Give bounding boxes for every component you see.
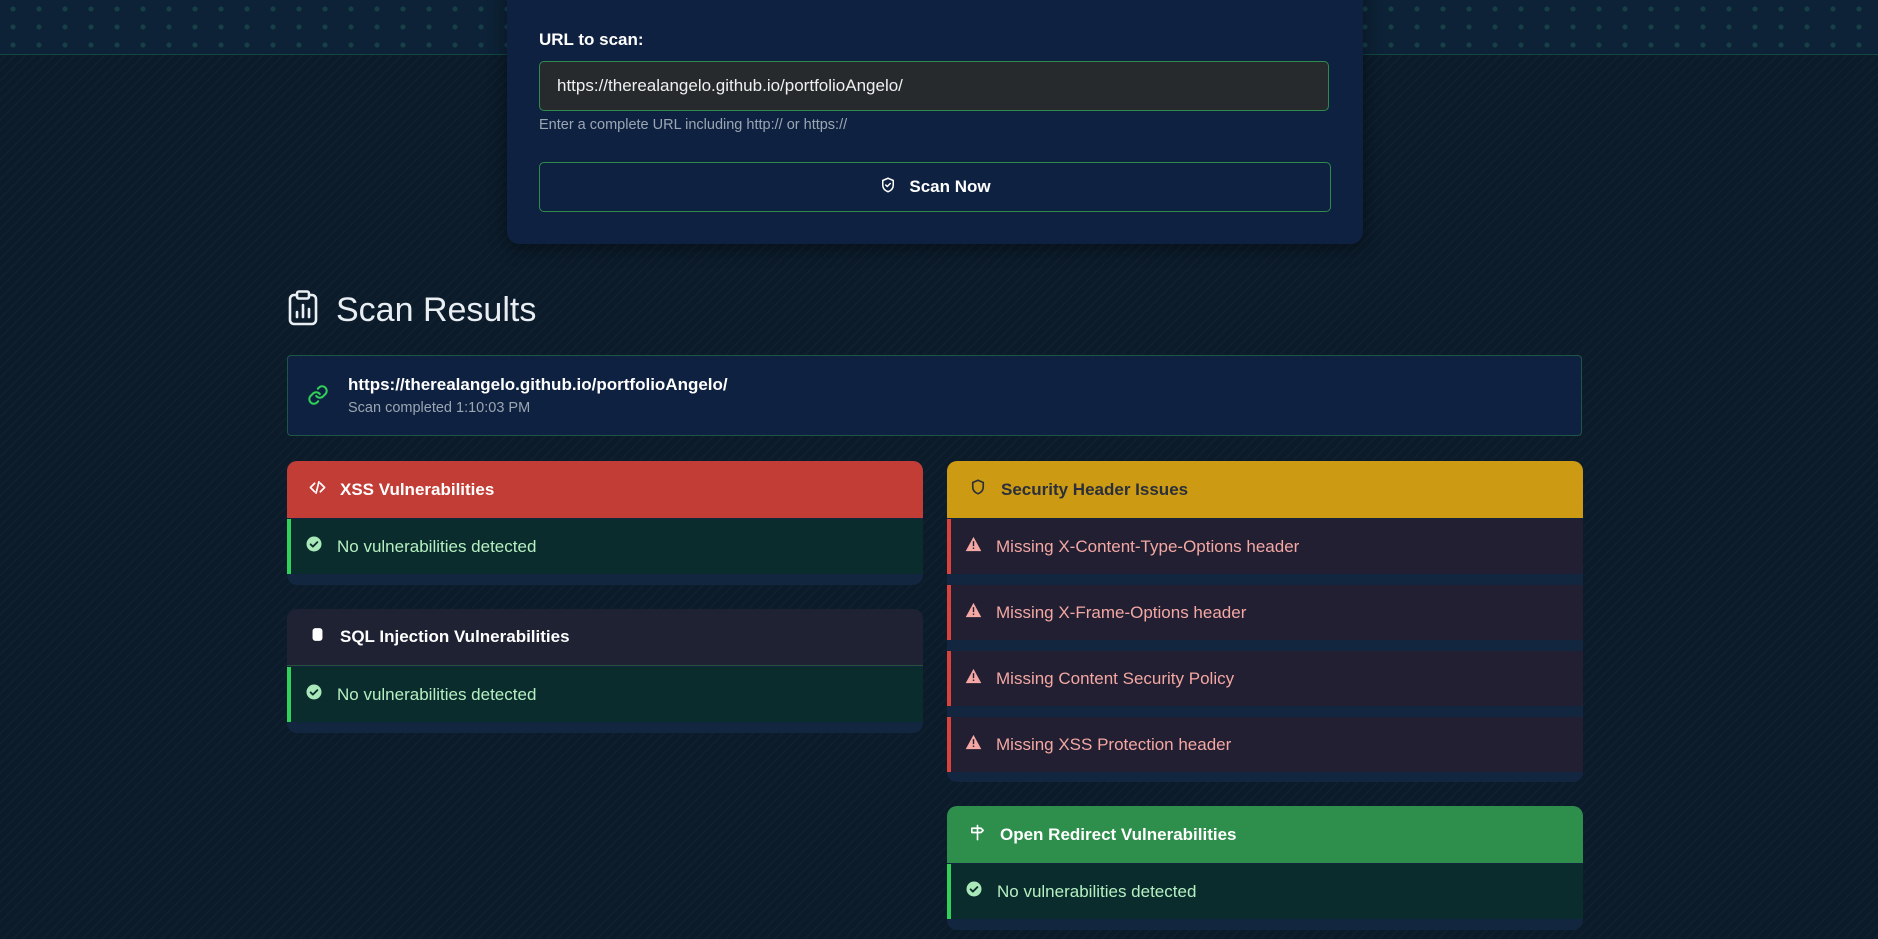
warning-icon (965, 602, 982, 623)
headers-card-title: Security Header Issues (1001, 479, 1189, 499)
url-input[interactable] (539, 61, 1329, 111)
scan-now-label: Scan Now (909, 177, 991, 196)
list-item: Missing XSS Protection header (947, 717, 1583, 772)
sql-injection-card: SQL Injection Vulnerabilities No vulnera… (287, 609, 923, 733)
check-circle-icon (305, 535, 323, 558)
open-redirect-card: Open Redirect Vulnerabilities No vulnera… (947, 806, 1583, 930)
target-url: https://therealangelo.github.io/portfoli… (348, 375, 728, 394)
header-issue-text: Missing X-Frame-Options header (996, 602, 1247, 622)
sql-status: No vulnerabilities detected (337, 684, 537, 704)
header-issue-text: Missing XSS Protection header (996, 734, 1232, 754)
list-item: No vulnerabilities detected (947, 864, 1583, 919)
header-issue-text: Missing X-Content-Type-Options header (996, 536, 1300, 556)
results-title: Scan Results (336, 291, 537, 329)
security-headers-card: Security Header Issues Missing X-Content… (947, 461, 1583, 782)
scan-form: URL to scan: Enter a complete URL includ… (507, 0, 1363, 244)
check-circle-icon (305, 683, 323, 706)
xss-card-header[interactable]: XSS Vulnerabilities (287, 461, 923, 518)
warning-icon (965, 536, 982, 557)
shield-check-icon (879, 176, 897, 199)
shield-icon (969, 478, 987, 501)
clipboard-chart-icon (287, 290, 319, 331)
signpost-icon (969, 824, 986, 846)
scan-timestamp: Scan completed 1:10:03 PM (348, 400, 531, 416)
xss-card: XSS Vulnerabilities No vulnerabilities d… (287, 461, 923, 585)
xss-status: No vulnerabilities detected (337, 536, 537, 556)
database-icon (309, 626, 326, 648)
sql-card-header[interactable]: SQL Injection Vulnerabilities (287, 609, 923, 666)
url-label: URL to scan: (539, 30, 644, 49)
sql-card-title: SQL Injection Vulnerabilities (340, 627, 570, 646)
list-item: Missing X-Frame-Options header (947, 585, 1583, 640)
list-item: No vulnerabilities detected (287, 519, 923, 574)
results-header: Scan Results (287, 290, 536, 331)
code-icon (309, 479, 326, 501)
warning-icon (965, 668, 982, 689)
warning-icon (965, 734, 982, 755)
headers-card-header[interactable]: Security Header Issues (947, 461, 1583, 518)
check-circle-icon (965, 880, 983, 903)
xss-card-title: XSS Vulnerabilities (340, 479, 495, 499)
header-issue-text: Missing Content Security Policy (996, 668, 1235, 688)
list-item: No vulnerabilities detected (287, 667, 923, 722)
link-icon (307, 384, 329, 411)
scan-now-button[interactable]: Scan Now (539, 162, 1331, 212)
redirect-status: No vulnerabilities detected (997, 881, 1197, 901)
list-item: Missing X-Content-Type-Options header (947, 519, 1583, 574)
redirect-card-title: Open Redirect Vulnerabilities (1000, 824, 1237, 844)
list-item: Missing Content Security Policy (947, 651, 1583, 706)
redirect-card-header[interactable]: Open Redirect Vulnerabilities (947, 806, 1583, 863)
url-hint: Enter a complete URL including http:// o… (539, 117, 848, 133)
scan-target-summary: https://therealangelo.github.io/portfoli… (287, 355, 1582, 436)
